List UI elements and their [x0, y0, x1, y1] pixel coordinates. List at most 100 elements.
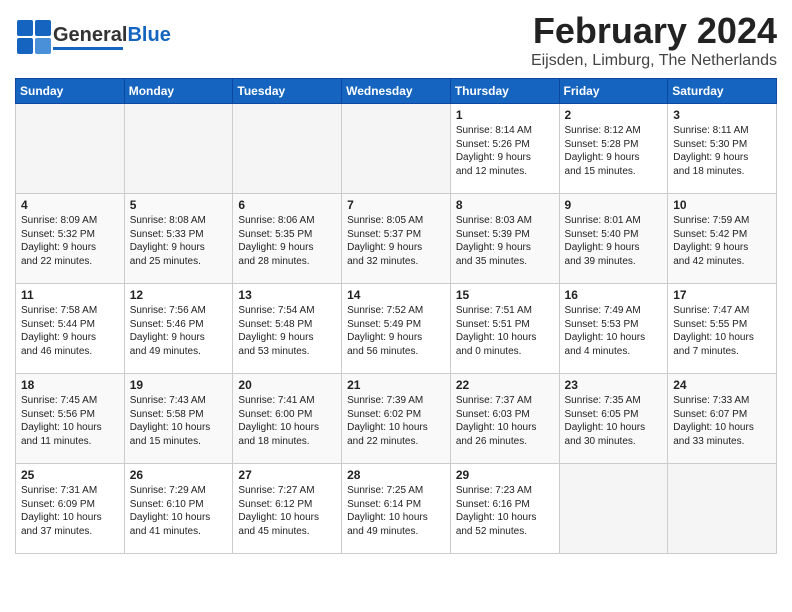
day-info: Sunrise: 8:03 AM Sunset: 5:39 PM Dayligh…: [456, 214, 554, 268]
calendar-table: SundayMondayTuesdayWednesdayThursdayFrid…: [15, 78, 777, 554]
day-number: 18: [21, 378, 119, 392]
day-info: Sunrise: 8:14 AM Sunset: 5:26 PM Dayligh…: [456, 124, 554, 178]
calendar-cell: [559, 464, 668, 554]
calendar-cell: [124, 104, 233, 194]
day-number: 12: [130, 288, 228, 302]
day-info: Sunrise: 7:52 AM Sunset: 5:49 PM Dayligh…: [347, 304, 445, 358]
week-row-2: 11 Sunrise: 7:58 AM Sunset: 5:44 PM Dayli…: [16, 284, 777, 374]
calendar-cell: 26 Sunrise: 7:29 AM Sunset: 6:10 PM Dayli…: [124, 464, 233, 554]
day-number: 7: [347, 198, 445, 212]
calendar-header: SundayMondayTuesdayWednesdayThursdayFrid…: [16, 79, 777, 104]
day-number: 19: [130, 378, 228, 392]
calendar-cell: 9 Sunrise: 8:01 AM Sunset: 5:40 PM Daylig…: [559, 194, 668, 284]
day-number: 11: [21, 288, 119, 302]
day-number: 13: [238, 288, 336, 302]
calendar-cell: 7 Sunrise: 8:05 AM Sunset: 5:37 PM Daylig…: [342, 194, 451, 284]
calendar-cell: [668, 464, 777, 554]
header-day-friday: Friday: [559, 79, 668, 104]
day-info: Sunrise: 7:39 AM Sunset: 6:02 PM Dayligh…: [347, 394, 445, 448]
day-number: 8: [456, 198, 554, 212]
day-number: 10: [673, 198, 771, 212]
day-info: Sunrise: 7:31 AM Sunset: 6:09 PM Dayligh…: [21, 484, 119, 538]
day-info: Sunrise: 7:23 AM Sunset: 6:16 PM Dayligh…: [456, 484, 554, 538]
calendar-cell: 6Sunrise: 8:06 AM Sunset: 5:35 PM Daylig…: [233, 194, 342, 284]
calendar-cell: 17Sunrise: 7:47 AM Sunset: 5:55 PM Dayli…: [668, 284, 777, 374]
logo-icon: [15, 18, 53, 56]
day-info: Sunrise: 8:12 AM Sunset: 5:28 PM Dayligh…: [565, 124, 663, 178]
day-number: 1: [456, 108, 554, 122]
calendar-cell: 22Sunrise: 7:37 AM Sunset: 6:03 PM Dayli…: [450, 374, 559, 464]
calendar-cell: 15Sunrise: 7:51 AM Sunset: 5:51 PM Dayli…: [450, 284, 559, 374]
calendar-cell: 14Sunrise: 7:52 AM Sunset: 5:49 PM Dayli…: [342, 284, 451, 374]
week-row-0: 1 Sunrise: 8:14 AM Sunset: 5:26 PM Daylig…: [16, 104, 777, 194]
day-number: 22: [456, 378, 554, 392]
calendar-cell: 20 Sunrise: 7:41 AM Sunset: 6:00 PM Dayli…: [233, 374, 342, 464]
week-row-4: 25 Sunrise: 7:31 AM Sunset: 6:09 PM Dayli…: [16, 464, 777, 554]
header-row: SundayMondayTuesdayWednesdayThursdayFrid…: [16, 79, 777, 104]
day-number: 25: [21, 468, 119, 482]
header-day-tuesday: Tuesday: [233, 79, 342, 104]
day-number: 2: [565, 108, 663, 122]
calendar-cell: 21 Sunrise: 7:39 AM Sunset: 6:02 PM Dayli…: [342, 374, 451, 464]
day-info: Sunrise: 7:41 AM Sunset: 6:00 PM Dayligh…: [238, 394, 336, 448]
week-row-3: 18 Sunrise: 7:45 AM Sunset: 5:56 PM Dayli…: [16, 374, 777, 464]
day-number: 29: [456, 468, 554, 482]
header-day-sunday: Sunday: [16, 79, 125, 104]
day-number: 20: [238, 378, 336, 392]
day-number: 9: [565, 198, 663, 212]
day-number: 6: [238, 198, 336, 212]
day-info: Sunrise: 7:43 AM Sunset: 5:58 PM Dayligh…: [130, 394, 228, 448]
calendar-cell: 13 Sunrise: 7:54 AM Sunset: 5:48 PM Dayli…: [233, 284, 342, 374]
day-number: 3: [673, 108, 771, 122]
calendar-cell: 28 Sunrise: 7:25 AM Sunset: 6:14 PM Dayli…: [342, 464, 451, 554]
day-number: 27: [238, 468, 336, 482]
day-info: Sunrise: 7:35 AM Sunset: 6:05 PM Dayligh…: [565, 394, 663, 448]
calendar-cell: 23 Sunrise: 7:35 AM Sunset: 6:05 PM Dayli…: [559, 374, 668, 464]
month-title: February 2024: [531, 10, 777, 52]
calendar-cell: 16Sunrise: 7:49 AM Sunset: 5:53 PM Dayli…: [559, 284, 668, 374]
day-info: Sunrise: 8:01 AM Sunset: 5:40 PM Dayligh…: [565, 214, 663, 268]
day-info: Sunrise: 7:45 AM Sunset: 5:56 PM Dayligh…: [21, 394, 119, 448]
calendar-cell: 3 Sunrise: 8:11 AM Sunset: 5:30 PM Daylig…: [668, 104, 777, 194]
day-info: Sunrise: 7:51 AM Sunset: 5:51 PM Dayligh…: [456, 304, 554, 358]
day-number: 23: [565, 378, 663, 392]
day-info: Sunrise: 7:29 AM Sunset: 6:10 PM Dayligh…: [130, 484, 228, 538]
calendar-cell: 19 Sunrise: 7:43 AM Sunset: 5:58 PM Dayli…: [124, 374, 233, 464]
day-info: Sunrise: 8:05 AM Sunset: 5:37 PM Dayligh…: [347, 214, 445, 268]
calendar-cell: 5 Sunrise: 8:08 AM Sunset: 5:33 PM Daylig…: [124, 194, 233, 284]
logo-underline: [53, 47, 123, 50]
day-info: Sunrise: 7:25 AM Sunset: 6:14 PM Dayligh…: [347, 484, 445, 538]
calendar-cell: 24Sunrise: 7:33 AM Sunset: 6:07 PM Dayli…: [668, 374, 777, 464]
header-day-monday: Monday: [124, 79, 233, 104]
header-day-thursday: Thursday: [450, 79, 559, 104]
day-info: Sunrise: 7:27 AM Sunset: 6:12 PM Dayligh…: [238, 484, 336, 538]
calendar-cell: 29 Sunrise: 7:23 AM Sunset: 6:16 PM Dayli…: [450, 464, 559, 554]
calendar-cell: 8 Sunrise: 8:03 AM Sunset: 5:39 PM Daylig…: [450, 194, 559, 284]
day-number: 26: [130, 468, 228, 482]
calendar-body: 1 Sunrise: 8:14 AM Sunset: 5:26 PM Daylig…: [16, 104, 777, 554]
day-number: 21: [347, 378, 445, 392]
week-row-1: 4Sunrise: 8:09 AM Sunset: 5:32 PM Daylig…: [16, 194, 777, 284]
day-number: 5: [130, 198, 228, 212]
day-info: Sunrise: 7:54 AM Sunset: 5:48 PM Dayligh…: [238, 304, 336, 358]
day-info: Sunrise: 7:56 AM Sunset: 5:46 PM Dayligh…: [130, 304, 228, 358]
day-info: Sunrise: 7:47 AM Sunset: 5:55 PM Dayligh…: [673, 304, 771, 358]
calendar-cell: [342, 104, 451, 194]
page-header: GeneralBlue February 2024 Eijsden, Limbu…: [15, 10, 777, 70]
calendar-cell: 10 Sunrise: 7:59 AM Sunset: 5:42 PM Dayli…: [668, 194, 777, 284]
calendar-cell: 25 Sunrise: 7:31 AM Sunset: 6:09 PM Dayli…: [16, 464, 125, 554]
day-info: Sunrise: 8:11 AM Sunset: 5:30 PM Dayligh…: [673, 124, 771, 178]
day-number: 28: [347, 468, 445, 482]
calendar-cell: 12 Sunrise: 7:56 AM Sunset: 5:46 PM Dayli…: [124, 284, 233, 374]
day-info: Sunrise: 8:09 AM Sunset: 5:32 PM Dayligh…: [21, 214, 119, 268]
calendar-cell: [233, 104, 342, 194]
logo: GeneralBlue: [15, 18, 171, 56]
calendar-cell: 11 Sunrise: 7:58 AM Sunset: 5:44 PM Dayli…: [16, 284, 125, 374]
calendar-cell: 1 Sunrise: 8:14 AM Sunset: 5:26 PM Daylig…: [450, 104, 559, 194]
day-info: Sunrise: 7:59 AM Sunset: 5:42 PM Dayligh…: [673, 214, 771, 268]
day-number: 16: [565, 288, 663, 302]
day-number: 24: [673, 378, 771, 392]
location-title: Eijsden, Limburg, The Netherlands: [531, 52, 777, 70]
day-info: Sunrise: 8:08 AM Sunset: 5:33 PM Dayligh…: [130, 214, 228, 268]
day-info: Sunrise: 7:58 AM Sunset: 5:44 PM Dayligh…: [21, 304, 119, 358]
